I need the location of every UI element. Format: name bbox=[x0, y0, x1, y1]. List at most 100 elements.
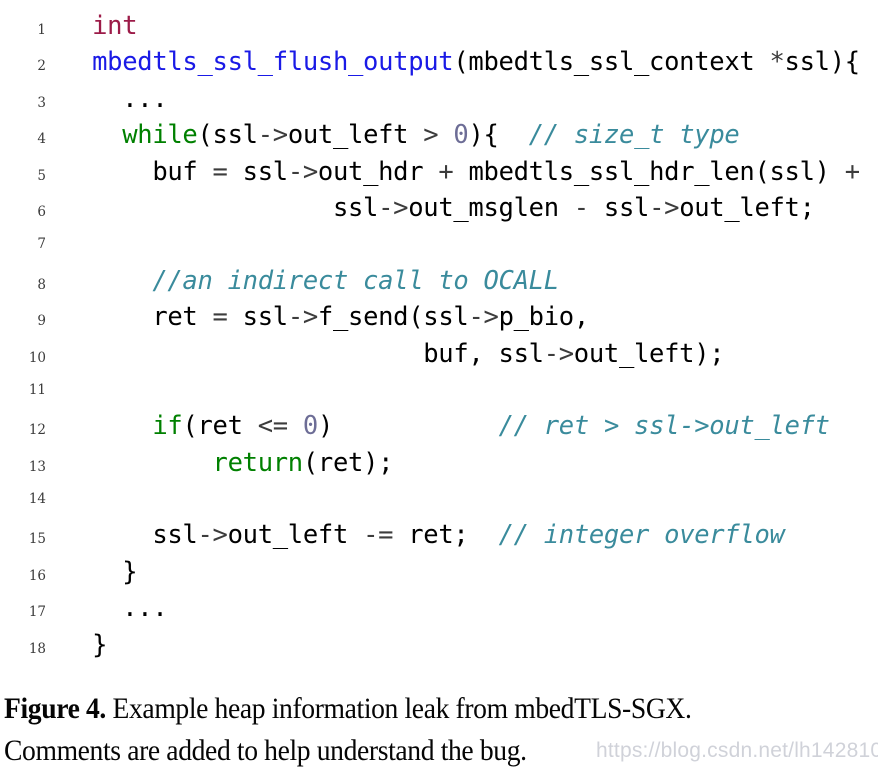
code-token-op: > bbox=[423, 120, 439, 151]
code-token-com: // ret > ssl->out_left bbox=[498, 411, 830, 442]
code-token-op: -> bbox=[287, 156, 318, 187]
code-line: 4 while(ssl->out_left > 0){ // size_t ty… bbox=[0, 117, 878, 153]
code-token-num: 0 bbox=[302, 411, 318, 442]
code-token-plain: ssl bbox=[588, 192, 650, 223]
code-line-number: 1 bbox=[37, 22, 46, 38]
code-token-com: // size_t type bbox=[528, 120, 740, 151]
code-line: 18 } bbox=[0, 627, 878, 663]
code-token-plain: p_bio, bbox=[498, 302, 590, 333]
code-token-type: int bbox=[92, 11, 138, 41]
code-token-plain: f_send(ssl bbox=[317, 302, 469, 333]
code-line-content: ssl->out_left -= ret; // integer overflo… bbox=[46, 517, 785, 553]
code-token-op: -> bbox=[257, 120, 288, 151]
code-line-content: if(ret <= 0) // ret > ssl->out_left bbox=[46, 408, 830, 444]
code-token-num: 0 bbox=[453, 120, 469, 151]
code-line-number: 2 bbox=[37, 58, 46, 75]
code-token-plain: ) bbox=[317, 411, 499, 442]
code-line-content: return(ret); bbox=[46, 445, 394, 481]
code-line-number: 7 bbox=[37, 236, 46, 253]
code-token-plain: ){ bbox=[468, 120, 529, 151]
code-line: 15 ssl->out_left -= ret; // integer over… bbox=[0, 517, 878, 553]
code-line-number: 11 bbox=[28, 381, 46, 398]
code-line-number: 17 bbox=[28, 604, 46, 621]
code-line-number: 12 bbox=[28, 422, 46, 439]
code-token-kw: return bbox=[212, 447, 304, 478]
code-line: 10 buf, ssl->out_left); bbox=[0, 336, 878, 372]
code-token-plain: out_msglen bbox=[408, 192, 574, 223]
code-line-number: 4 bbox=[37, 131, 46, 148]
code-token-plain: out_hdr bbox=[317, 156, 439, 187]
code-line: 5 buf = ssl->out_hdr + mbedtls_ssl_hdr_l… bbox=[0, 154, 878, 190]
code-line: 3 ... bbox=[0, 81, 878, 117]
code-token-com: //an indirect call to OCALL bbox=[152, 265, 559, 296]
code-line-content: buf, ssl->out_left); bbox=[46, 336, 724, 372]
code-token-func: mbedtls_ssl_flush_output bbox=[92, 47, 454, 78]
code-token-op: + bbox=[438, 156, 454, 187]
code-token-op: + bbox=[844, 156, 860, 187]
code-token-plain: out_left; bbox=[679, 192, 815, 223]
code-line: 9 ret = ssl->f_send(ssl->p_bio, bbox=[0, 299, 878, 335]
code-line-number: 5 bbox=[37, 167, 46, 184]
code-line: 17 ... bbox=[0, 590, 878, 626]
code-token-op: <= bbox=[257, 411, 288, 442]
code-token-op: - bbox=[573, 192, 589, 223]
code-token-plain: ssl bbox=[227, 302, 288, 333]
code-line-content: ssl->out_msglen - ssl->out_left; bbox=[46, 190, 815, 226]
code-token-plain: ret bbox=[62, 302, 213, 333]
code-line-number: 6 bbox=[37, 203, 46, 220]
code-token-plain: buf bbox=[62, 156, 213, 187]
code-token-plain: ret; bbox=[393, 520, 499, 551]
code-line-content: buf = ssl->out_hdr + mbedtls_ssl_hdr_len… bbox=[46, 154, 860, 190]
code-token-op: = bbox=[212, 156, 228, 187]
code-token-plain: ... bbox=[62, 83, 168, 114]
code-token-op: = bbox=[212, 302, 228, 333]
code-token-kw: if bbox=[152, 411, 183, 442]
code-line: 13 return(ret); bbox=[0, 445, 878, 481]
code-line: 2 mbedtls_ssl_flush_output(mbedtls_ssl_c… bbox=[0, 44, 878, 80]
code-token-plain: ssl bbox=[227, 156, 288, 187]
code-token-op: -> bbox=[378, 192, 409, 223]
code-token-plain: out_left bbox=[287, 120, 424, 151]
code-line-number: 10 bbox=[28, 349, 46, 366]
code-token-op: -> bbox=[468, 302, 499, 333]
code-line: 6 ssl->out_msglen - ssl->out_left; bbox=[0, 190, 878, 226]
code-line-number: 18 bbox=[28, 640, 46, 657]
code-line-number: 3 bbox=[37, 94, 46, 111]
code-token-op: -> bbox=[197, 520, 228, 551]
code-line-content: mbedtls_ssl_flush_output(mbedtls_ssl_con… bbox=[46, 44, 860, 80]
code-line-content: ... bbox=[46, 81, 167, 117]
code-token-op: -> bbox=[287, 302, 318, 333]
code-token-plain: } bbox=[62, 629, 108, 660]
code-line-content: } bbox=[46, 554, 137, 590]
code-token-plain: ssl bbox=[62, 192, 379, 223]
code-line: 16 } bbox=[0, 554, 878, 590]
code-token-plain: ssl bbox=[62, 520, 198, 551]
code-token-plain: mbedtls_ssl_hdr_len(ssl) bbox=[453, 156, 845, 187]
code-token-kw: while bbox=[122, 120, 198, 151]
code-token-plain: ... bbox=[62, 593, 168, 624]
figure-caption-text: Example heap information leak from mbedT… bbox=[4, 692, 692, 767]
code-token-op: * bbox=[769, 47, 785, 78]
code-token-op: -> bbox=[649, 192, 680, 223]
code-line-content: int bbox=[46, 8, 137, 44]
code-line: 1 int bbox=[0, 8, 878, 44]
code-token-plain: (ssl bbox=[197, 120, 258, 151]
code-line-number: 16 bbox=[28, 567, 46, 584]
code-line: 7 bbox=[0, 226, 878, 262]
code-line: 11 bbox=[0, 372, 878, 408]
code-line-number: 15 bbox=[28, 531, 46, 548]
code-line-number: 13 bbox=[28, 458, 46, 475]
code-token-op: -> bbox=[543, 338, 574, 369]
code-token-plain: (mbedtls_ssl_context bbox=[453, 47, 770, 78]
code-token-plain: out_left bbox=[227, 520, 364, 551]
code-token-plain: (ret); bbox=[302, 447, 394, 478]
code-line: 12 if(ret <= 0) // ret > ssl->out_left bbox=[0, 408, 878, 444]
code-line: 8 //an indirect call to OCALL bbox=[0, 263, 878, 299]
